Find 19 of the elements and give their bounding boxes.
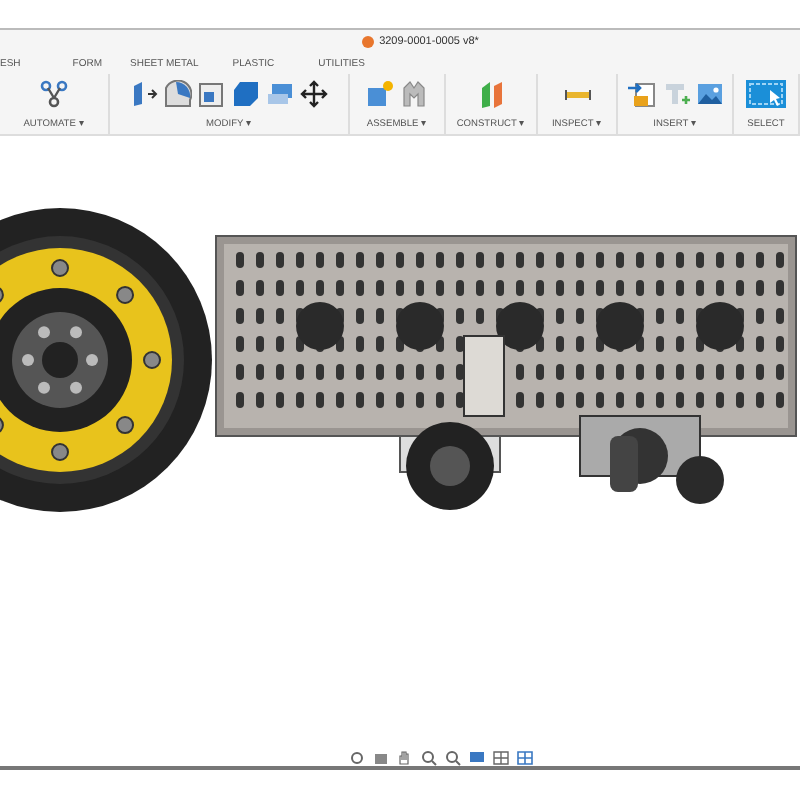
insert-derive-icon[interactable] bbox=[627, 80, 655, 108]
canvas-image-icon[interactable] bbox=[695, 80, 723, 108]
fillet-icon[interactable] bbox=[164, 80, 192, 108]
display-icon[interactable] bbox=[467, 750, 485, 766]
zoom-icon[interactable] bbox=[419, 750, 437, 766]
press-pull-icon[interactable] bbox=[130, 80, 158, 108]
joint-icon[interactable] bbox=[400, 80, 428, 108]
move-icon[interactable] bbox=[300, 80, 328, 108]
zoom-window-icon[interactable] bbox=[443, 750, 461, 766]
insert-mesh-icon[interactable] bbox=[661, 80, 689, 108]
fork-node-icon[interactable] bbox=[40, 80, 68, 108]
offset-plane-icon[interactable] bbox=[477, 80, 505, 108]
viewports-icon[interactable] bbox=[515, 750, 533, 766]
chamfer-icon[interactable] bbox=[198, 80, 226, 108]
grid-icon[interactable] bbox=[491, 750, 509, 766]
select-icon[interactable] bbox=[746, 80, 786, 108]
shell-icon[interactable] bbox=[232, 80, 260, 108]
new-component-icon[interactable] bbox=[366, 80, 394, 108]
document-icon bbox=[361, 36, 374, 48]
